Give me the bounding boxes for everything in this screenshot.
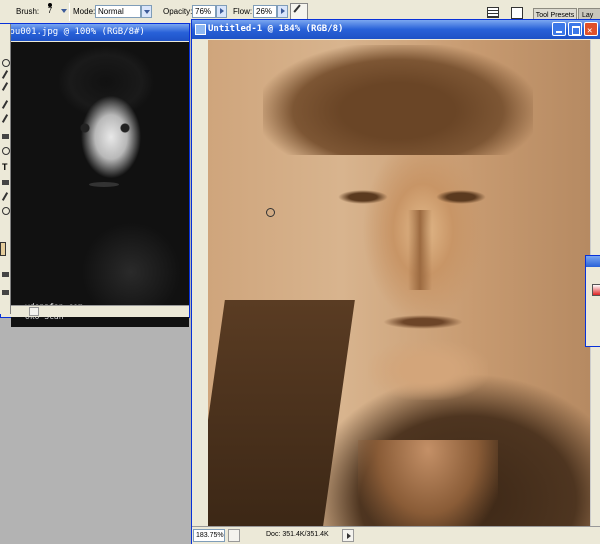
close-button[interactable] (584, 22, 598, 41)
window-controls (552, 22, 598, 41)
painted-nose (408, 210, 432, 290)
screen-mode-icon[interactable] (1, 288, 10, 297)
color-picker-palette[interactable] (585, 255, 600, 347)
crop-tool-icon[interactable] (1, 82, 10, 91)
brush-label: Brush: (16, 7, 40, 16)
dodge-tool-icon[interactable] (1, 146, 10, 155)
flow-input[interactable]: 26% (253, 5, 277, 18)
mode-label: Mode: (73, 7, 96, 16)
document-status-bar: 183.75% Doc: 351.4K/351.4K (192, 526, 600, 544)
palette-title-bar[interactable] (586, 256, 600, 267)
foreground-color-swatch[interactable] (0, 242, 6, 256)
document-title-bar[interactable]: Untitled-1 @ 184% (RGB/8) (192, 20, 600, 41)
reference-image-window[interactable]: epu001.jpg @ 100% (RGB/8#) ydeppfan.com … (0, 23, 190, 327)
mode-dropdown-arrow[interactable] (141, 5, 152, 18)
document-size: Doc: 351.4K/351.4K (266, 531, 329, 538)
reference-mouth (89, 182, 119, 187)
quick-mask-icon[interactable] (1, 270, 10, 279)
opacity-label: Opacity: (163, 7, 193, 16)
flow-slider-arrow[interactable] (277, 5, 288, 18)
opacity-input[interactable]: 76% (192, 5, 216, 18)
reference-photo: ydeppfan.com oko Scan (11, 42, 189, 327)
zoom-level-field[interactable]: 183.75% (193, 529, 225, 542)
lasso-tool-icon[interactable] (1, 58, 10, 67)
magic-wand-tool-icon[interactable] (1, 70, 10, 79)
color-ramp-swatch[interactable] (592, 284, 600, 296)
flow-label: Flow: (233, 7, 253, 16)
reference-eyes (73, 122, 143, 134)
brush-tool-icon[interactable] (1, 100, 10, 109)
painted-chin (368, 340, 488, 400)
painted-mouth (383, 315, 463, 329)
separator (69, 3, 70, 21)
brush-cursor-icon (266, 208, 275, 217)
reference-status-menu-button[interactable] (29, 307, 39, 316)
clone-stamp-tool-icon[interactable] (1, 114, 10, 123)
brush-size: 7 (47, 6, 53, 15)
shape-tool-icon[interactable] (1, 178, 10, 187)
brush-picker[interactable]: 7 (42, 2, 58, 22)
maximize-button[interactable] (568, 22, 582, 36)
status-info-arrow[interactable] (342, 529, 354, 542)
toolbox (0, 24, 11, 314)
painted-hair (263, 45, 533, 155)
document-icon (195, 24, 206, 35)
painted-left-eye (338, 190, 388, 204)
painted-right-eye (436, 190, 486, 204)
zoom-tool-icon[interactable] (1, 206, 10, 215)
document-window[interactable]: Untitled-1 @ 184% (RGB/8) 183.75% Doc: 3… (191, 19, 600, 544)
painted-collar (358, 440, 498, 535)
status-menu-button[interactable] (228, 529, 240, 542)
document-title: Untitled-1 @ 184% (RGB/8) (208, 24, 344, 34)
minimize-button[interactable] (552, 22, 566, 36)
eyedropper-tool-icon[interactable] (1, 192, 10, 201)
reference-window-title[interactable]: epu001.jpg @ 100% (RGB/8#) (1, 24, 189, 41)
mode-select[interactable]: Normal (95, 5, 141, 18)
painting-canvas[interactable] (208, 40, 590, 535)
type-tool-icon[interactable] (1, 162, 10, 173)
gradient-tool-icon[interactable] (1, 132, 10, 141)
opacity-slider-arrow[interactable] (216, 5, 227, 18)
reference-status-bar (11, 305, 189, 317)
painted-shoulder-shadow (208, 300, 355, 535)
